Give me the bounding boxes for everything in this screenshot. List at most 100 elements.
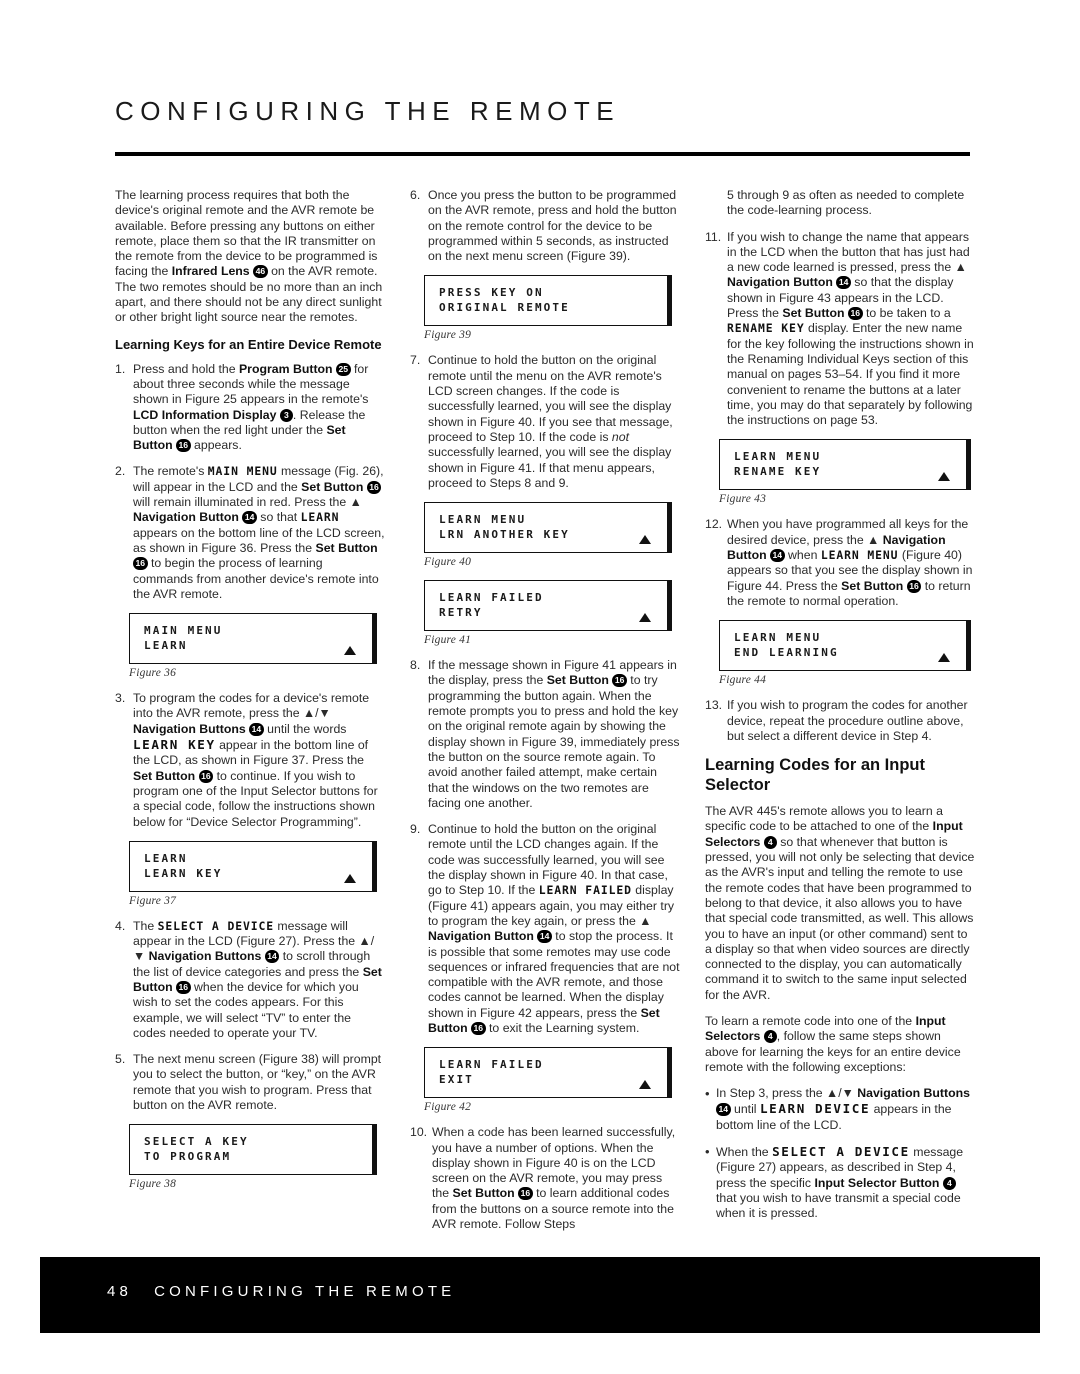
continuation-text: 5 through 9 as often as needed to comple… bbox=[727, 188, 965, 218]
badge-4: 4 bbox=[942, 1176, 956, 1190]
lcd-figure-37: LEARN LEARN KEY bbox=[129, 840, 377, 892]
badge-14: 14 bbox=[770, 549, 785, 563]
badge-4: 4 bbox=[763, 1030, 777, 1044]
step-12: 12. When you have programmed all keys fo… bbox=[705, 517, 975, 609]
bullet-2-text-c: that you wish to have transmit a special… bbox=[716, 1190, 961, 1221]
step-7-marker: 7. bbox=[410, 353, 421, 368]
step-1-text-a: Press and hold the bbox=[133, 361, 236, 376]
navigation-button-term: Navigation Button bbox=[133, 510, 239, 525]
footer-text: 48 CONFIGURING THE REMOTE bbox=[107, 1283, 455, 1300]
step-10-marker: 10. bbox=[410, 1125, 428, 1140]
up-triangle-icon bbox=[639, 535, 651, 545]
set-button-term: Set Button bbox=[315, 540, 378, 555]
navigation-buttons-term: Navigation Buttons bbox=[857, 1086, 970, 1101]
bullet-1: • In Step 3, press the ▲/▼ Navigation Bu… bbox=[705, 1086, 975, 1133]
bullet-1-text-a: In Step 3, press the ▲/▼ bbox=[716, 1086, 854, 1101]
section-heading-input-selector: Learning Codes for an Input Selector bbox=[705, 756, 926, 795]
step-7-text-a: Continue to hold the button on the origi… bbox=[428, 353, 673, 444]
lcd-line-1: LEARN MENU bbox=[734, 631, 822, 645]
figure-caption-42: Figure 42 bbox=[424, 1101, 472, 1114]
badge-14: 14 bbox=[716, 1103, 731, 1117]
figure-caption-43: Figure 43 bbox=[719, 493, 767, 506]
step-4-text-a: The bbox=[133, 918, 155, 933]
figure-caption-37: Figure 37 bbox=[129, 894, 177, 907]
step-6-marker: 6. bbox=[410, 188, 421, 202]
step-5-text-a: The next menu screen (Figure 38) will pr… bbox=[133, 1052, 382, 1113]
step-1-text-d: appears. bbox=[194, 438, 242, 453]
lcd-line-2: TO PROGRAM bbox=[144, 1150, 232, 1164]
bullet-2-marker: • bbox=[705, 1144, 710, 1160]
para1-text-a: The AVR 445's remote allows you to learn… bbox=[705, 804, 943, 834]
lcd-line-2: ORIGINAL REMOTE bbox=[439, 301, 570, 315]
figure-caption-38: Figure 38 bbox=[129, 1178, 177, 1191]
lcd-word-learn-device: LEARN DEVICE bbox=[759, 1101, 871, 1117]
subheading-learning-keys: Learning Keys for an Entire Device Remot… bbox=[115, 336, 382, 352]
step-9-marker: 9. bbox=[410, 822, 421, 837]
step-1-marker: 1. bbox=[115, 361, 126, 376]
badge-25: 25 bbox=[335, 362, 351, 376]
badge-16: 16 bbox=[906, 579, 922, 593]
step-8-marker: 8. bbox=[410, 658, 421, 673]
lcd-figure-40: LEARN MENU LRN ANOTHER KEY bbox=[424, 502, 672, 554]
badge-16: 16 bbox=[198, 769, 214, 783]
para1-text-b: so that whenever that button is pressed,… bbox=[705, 834, 975, 1002]
figure-caption-44: Figure 44 bbox=[719, 674, 767, 687]
emphasis-not: not bbox=[611, 429, 630, 444]
para2-text-a: To learn a remote code into one of the bbox=[705, 1013, 913, 1028]
badge-14: 14 bbox=[537, 930, 552, 944]
step-2-text-c: will remain illuminated in red. Press th… bbox=[133, 495, 362, 510]
step-7-text-b: successfully learned, you will see the d… bbox=[428, 445, 672, 490]
step-13-text-a: If you wish to program the codes for ano… bbox=[727, 698, 968, 743]
navigation-buttons-term: Navigation Buttons bbox=[133, 721, 246, 736]
step-11-marker: 11. bbox=[705, 229, 722, 244]
step-8-text-b: to try programming the button again. Whe… bbox=[428, 673, 680, 810]
lcd-line-1: LEARN MENU bbox=[439, 513, 527, 527]
infrared-lens-term: Infrared Lens bbox=[171, 264, 250, 279]
navigation-buttons-term: Navigation Buttons bbox=[148, 949, 262, 964]
lcd-line-1: LEARN FAILED bbox=[439, 1058, 544, 1072]
up-triangle-icon bbox=[639, 613, 651, 623]
program-button-term: Program Button bbox=[238, 361, 333, 376]
intro-paragraph: The learning process requires that both … bbox=[115, 188, 385, 326]
lcd-line-1: LEARN bbox=[144, 851, 188, 865]
navigation-button-term: Navigation Button bbox=[428, 929, 534, 944]
step-5-marker: 5. bbox=[115, 1052, 126, 1067]
step-9-text-d: to exit the Learning system. bbox=[489, 1020, 640, 1035]
input-selector-button-term: Input Selector Button bbox=[814, 1175, 940, 1190]
set-button-term: Set Button bbox=[301, 479, 364, 494]
lcd-line-2: LEARN bbox=[144, 639, 188, 653]
input-selector-paragraph-1: The AVR 445's remote allows you to learn… bbox=[705, 804, 975, 1003]
step-2: 2. The remote's MAIN MENU message (Fig. … bbox=[115, 464, 385, 602]
badge-14: 14 bbox=[836, 276, 851, 290]
lcd-figure-38: SELECT A KEY TO PROGRAM bbox=[129, 1124, 377, 1176]
badge-16: 16 bbox=[471, 1021, 486, 1035]
step-8: 8. If the message shown in Figure 41 app… bbox=[410, 658, 680, 811]
manual-page: CONFIGURING THE REMOTE The learning proc… bbox=[0, 0, 1080, 1374]
lcd-figure-43: LEARN MENU RENAME KEY bbox=[719, 439, 971, 491]
lcd-figure-44: LEARN MENU END LEARNING bbox=[719, 620, 971, 672]
bullet-1-text-b: until bbox=[733, 1102, 757, 1117]
lcd-figure-42: LEARN FAILED EXIT bbox=[424, 1047, 672, 1099]
bullet-1-marker: • bbox=[705, 1086, 710, 1102]
step-4-marker: 4. bbox=[115, 918, 126, 933]
step-11: 11. If you wish to change the name that … bbox=[705, 230, 975, 429]
bullet-2-text-a: When the bbox=[716, 1145, 769, 1160]
step-2-marker: 2. bbox=[115, 464, 126, 479]
up-triangle-icon bbox=[344, 646, 356, 656]
set-button-term: Set Button bbox=[133, 768, 196, 783]
badge-16: 16 bbox=[133, 557, 148, 571]
lcd-information-display-term: LCD Information Display bbox=[133, 407, 277, 422]
badge-16: 16 bbox=[366, 480, 382, 494]
set-button-term: Set Button bbox=[782, 306, 845, 321]
step-6-text-a: Once you press the button to be programm… bbox=[428, 188, 677, 264]
column-1: The learning process requires that both … bbox=[115, 188, 385, 1243]
badge-46: 46 bbox=[253, 265, 268, 279]
step-3: 3. To program the codes for a device's r… bbox=[115, 691, 385, 830]
up-triangle-icon bbox=[938, 653, 950, 663]
lcd-line-1: LEARN FAILED bbox=[439, 591, 544, 605]
step-3-text-a: To program the codes for a device's remo… bbox=[133, 691, 370, 721]
lcd-line-2: LRN ANOTHER KEY bbox=[439, 528, 570, 542]
column-3: 5 through 9 as often as needed to comple… bbox=[705, 188, 975, 1243]
step-4: 4. The SELECT A DEVICE message will appe… bbox=[115, 919, 385, 1041]
bullet-2: • When the SELECT A DEVICE message (Figu… bbox=[705, 1144, 975, 1221]
